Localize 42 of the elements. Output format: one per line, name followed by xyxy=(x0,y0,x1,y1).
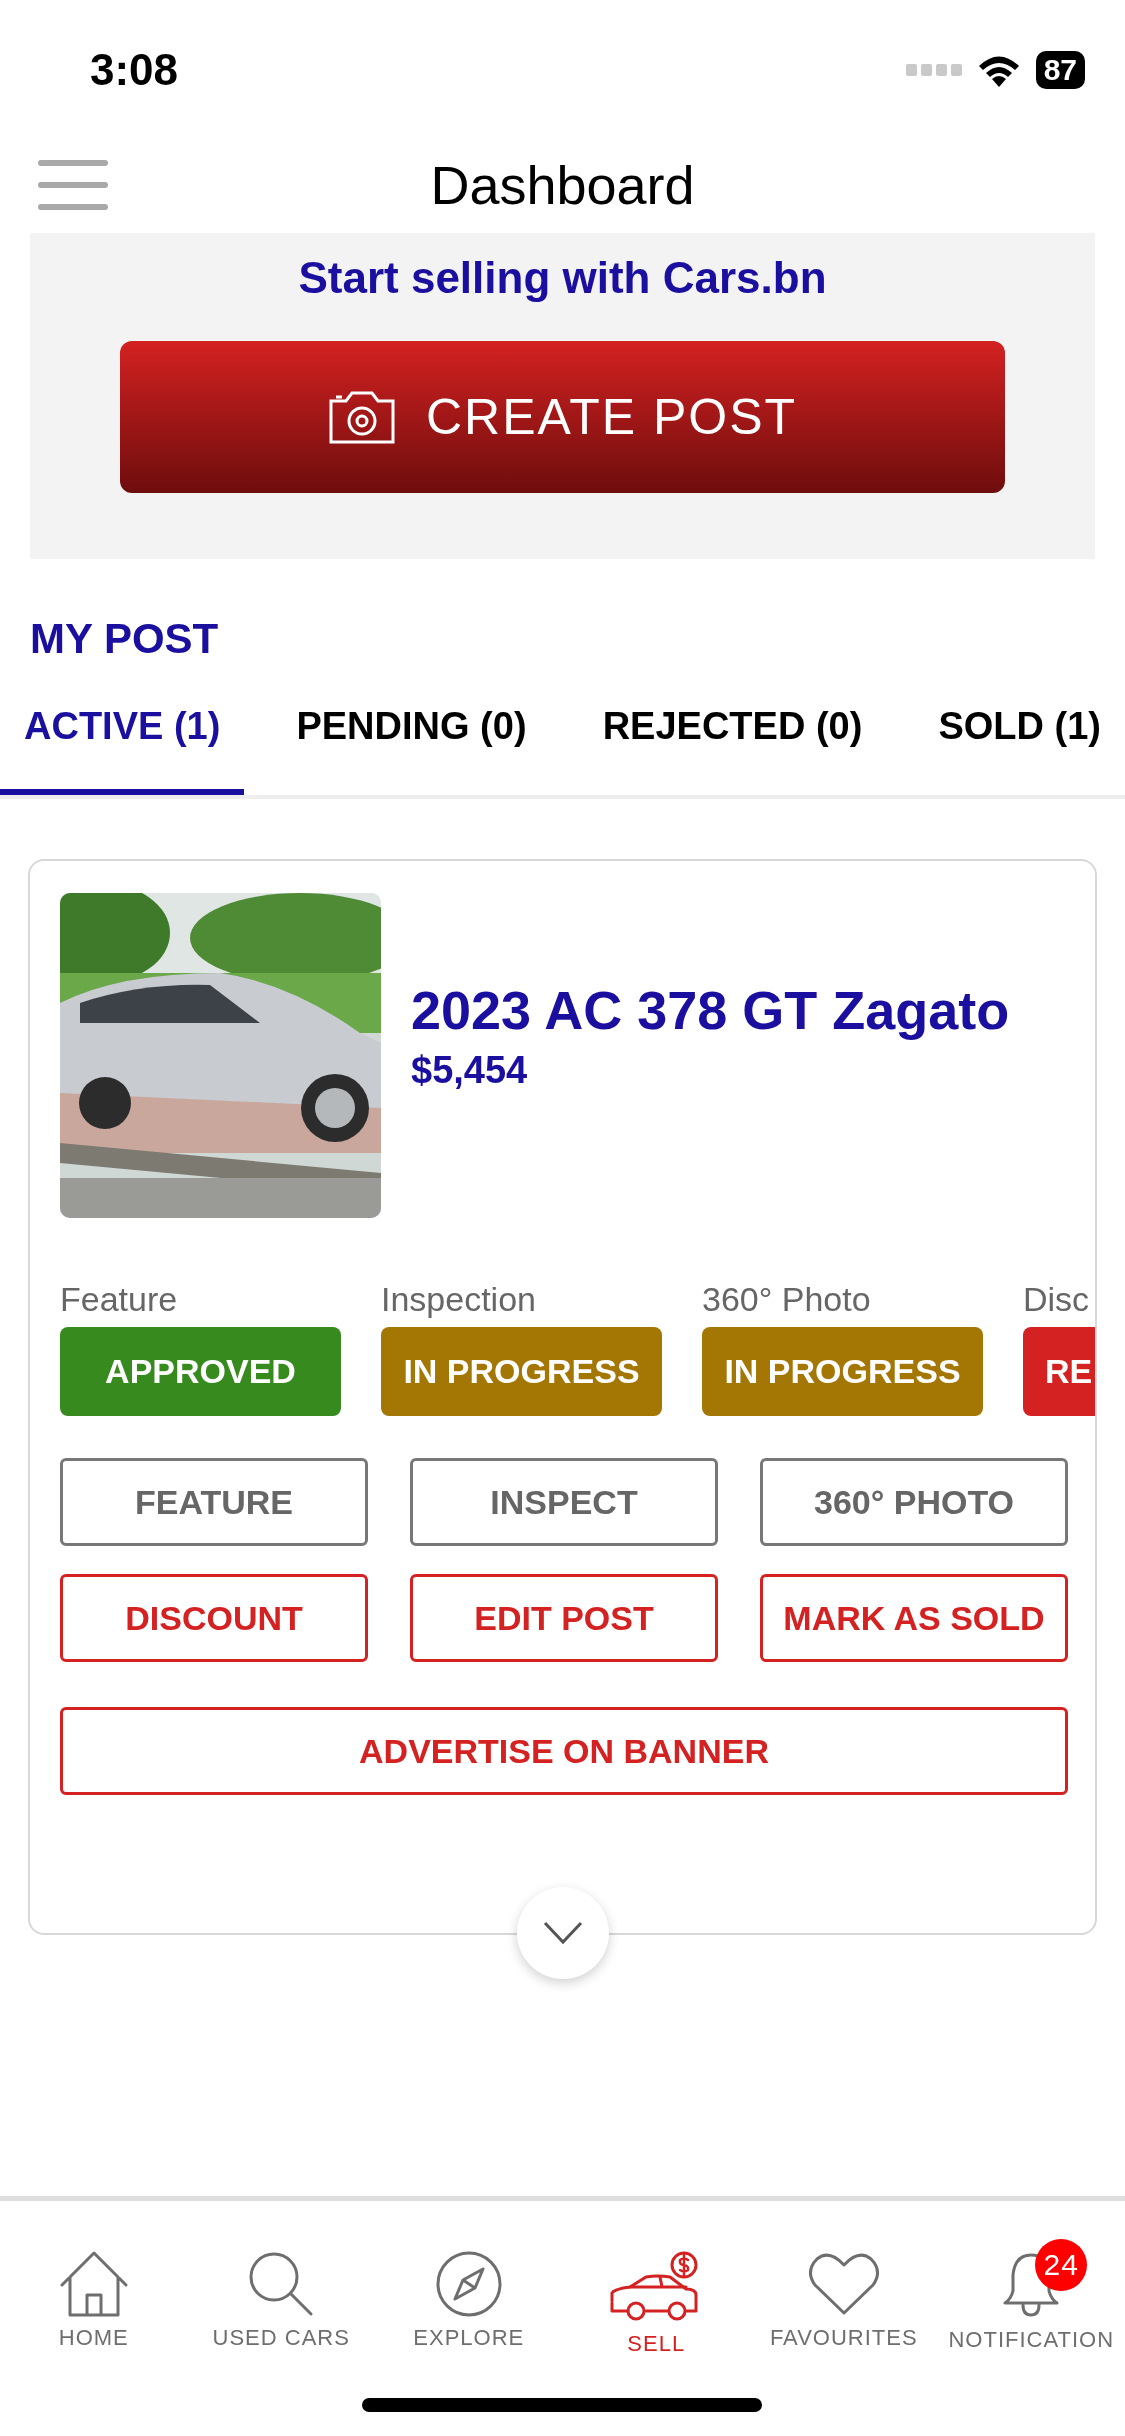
action-button[interactable]: 360° PHOTO xyxy=(760,1458,1068,1546)
status-label: Disc xyxy=(1023,1280,1091,1319)
status-label: Feature xyxy=(60,1280,179,1319)
heart-icon xyxy=(806,2251,881,2317)
post-tab[interactable]: REJECTED (0) xyxy=(578,685,887,795)
banner-title: Start selling with Cars.bn xyxy=(298,253,827,303)
status-badge: IN PROGRESS xyxy=(702,1327,983,1416)
battery-level: 87 xyxy=(1035,51,1085,89)
action-button[interactable]: MARK AS SOLD xyxy=(760,1574,1068,1662)
post-tab[interactable]: ACTIVE (1) xyxy=(0,685,245,795)
action-button[interactable]: EDIT POST xyxy=(410,1574,718,1662)
status-time: 3:08 xyxy=(90,45,179,95)
status-label: Inspection xyxy=(381,1280,537,1319)
car-title: 2023 AC 378 GT Zagato xyxy=(411,979,1010,1041)
nav-tab[interactable]: SELL xyxy=(566,2235,747,2357)
nav-tab[interactable]: USED CARS xyxy=(191,2235,372,2351)
status-badge: RE xyxy=(1023,1327,1095,1416)
create-post-button[interactable]: CREATE POST xyxy=(120,341,1005,493)
nav-tab[interactable]: 24 NOTIFICATION xyxy=(941,2235,1122,2353)
notification-badge: 24 xyxy=(1035,2239,1088,2291)
post-tab[interactable]: SOLD (1) xyxy=(914,685,1125,795)
status-badge: APPROVED xyxy=(60,1327,341,1416)
nav-tab[interactable]: HOME xyxy=(3,2235,184,2351)
action-button[interactable]: ADVERTISE ON BANNER xyxy=(60,1707,1068,1795)
chevron-down-icon xyxy=(542,1921,583,1945)
expand-button[interactable] xyxy=(516,1887,609,1979)
status-badge: IN PROGRESS xyxy=(381,1327,662,1416)
action-button[interactable]: FEATURE xyxy=(60,1458,368,1546)
nav-tab[interactable]: FAVOURITES xyxy=(753,2235,934,2351)
status-label: 360° Photo xyxy=(702,1280,872,1319)
car-price: $5,454 xyxy=(411,1049,529,1092)
compass-icon xyxy=(434,2251,503,2317)
page-title: Dashboard xyxy=(430,154,695,216)
camera-icon xyxy=(327,389,396,445)
home-icon xyxy=(59,2251,128,2317)
action-button[interactable]: INSPECT xyxy=(410,1458,718,1546)
section-title: MY POST xyxy=(30,615,220,663)
post-tab[interactable]: PENDING (0) xyxy=(272,685,551,795)
action-button[interactable]: DISCOUNT xyxy=(60,1574,368,1662)
menu-button[interactable] xyxy=(38,160,108,210)
nav-tab[interactable]: EXPLORE xyxy=(378,2235,559,2351)
signal-icon xyxy=(905,64,962,76)
